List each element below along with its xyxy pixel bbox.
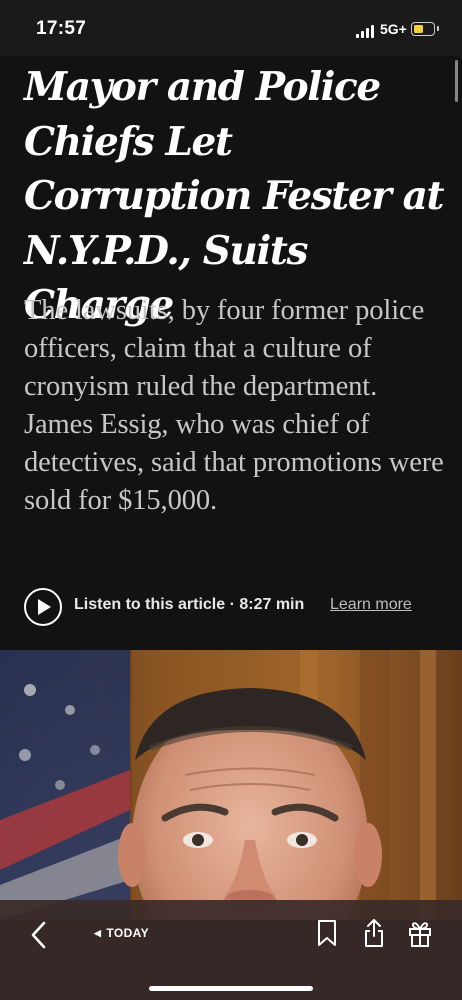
share-icon[interactable]	[362, 918, 386, 948]
signal-icon	[356, 25, 376, 38]
status-time: 17:57	[36, 18, 87, 39]
caret-left-icon: ◀	[94, 928, 102, 938]
network-type: 5G+	[380, 21, 407, 37]
bookmark-icon[interactable]	[315, 918, 339, 948]
article-photo	[0, 650, 462, 920]
learn-more-link[interactable]: Learn more	[330, 596, 412, 614]
gift-icon[interactable]	[408, 918, 432, 948]
chevron-left-icon[interactable]	[28, 920, 50, 950]
play-icon	[38, 599, 51, 615]
scrollbar[interactable]	[455, 60, 458, 102]
home-indicator[interactable]	[149, 986, 313, 991]
play-button[interactable]	[24, 588, 62, 626]
battery-level	[414, 25, 423, 33]
listen-label[interactable]: Listen to this article · 8:27 min	[74, 596, 304, 614]
bottom-toolbar: ◀ TODAY	[0, 900, 462, 1000]
battery-tip	[437, 26, 439, 31]
battery-icon	[411, 22, 435, 36]
today-label: TODAY	[106, 926, 150, 940]
article-summary: The lawsuits, by four former police offi…	[24, 295, 444, 516]
today-button[interactable]: ◀ TODAY	[94, 926, 149, 940]
listen-row: Listen to this article · 8:27 min Learn …	[24, 588, 444, 626]
status-bar: 17:57 5G+	[0, 0, 462, 56]
